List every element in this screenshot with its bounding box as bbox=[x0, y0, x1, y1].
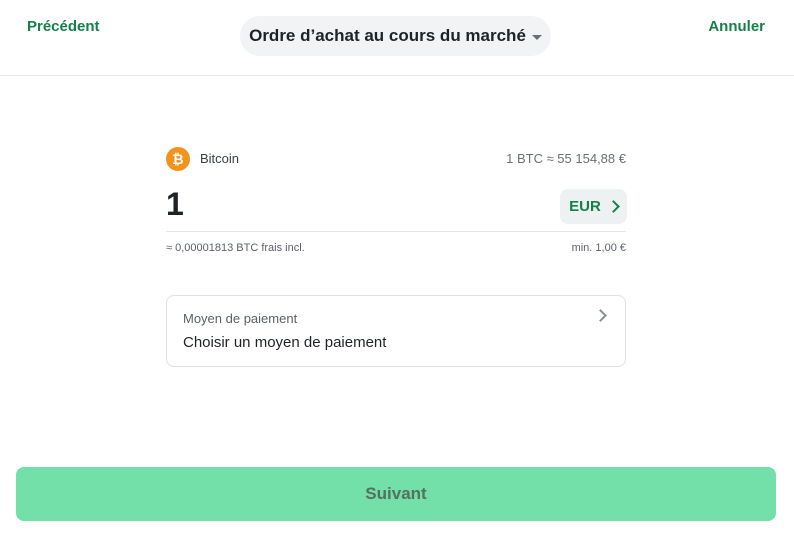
payment-method-value: Choisir un moyen de paiement bbox=[183, 334, 387, 351]
exchange-rate: 1 BTC ≈ 55 154,88 € bbox=[506, 151, 626, 166]
cancel-button[interactable]: Annuler bbox=[708, 18, 765, 35]
order-type-label: Ordre d’achat au cours du marché bbox=[249, 26, 526, 45]
back-button[interactable]: Précédent bbox=[27, 18, 100, 35]
top-bar: Précédent Ordre d’achat au cours du marc… bbox=[0, 0, 794, 76]
chevron-right-icon bbox=[594, 309, 607, 322]
amount-input[interactable]: 1 bbox=[166, 186, 184, 223]
currency-label: EUR bbox=[569, 198, 601, 215]
currency-toggle-button[interactable]: EUR bbox=[560, 189, 627, 224]
amount-divider bbox=[166, 231, 626, 232]
asset-name: Bitcoin bbox=[200, 151, 240, 166]
asset-row: ₿ Bitcoin 1 BTC ≈ 55 154,88 € bbox=[166, 147, 626, 171]
caret-down-icon bbox=[531, 34, 542, 40]
minimum-amount: min. 1,00 € bbox=[571, 242, 626, 254]
bitcoin-icon: ₿ bbox=[166, 147, 190, 171]
next-button[interactable]: Suivant bbox=[16, 467, 776, 521]
fee-estimate: ≈ 0,00001813 BTC frais incl. bbox=[166, 242, 305, 254]
payment-method-selector[interactable]: Moyen de paiement Choisir un moyen de pa… bbox=[166, 295, 626, 367]
order-type-dropdown[interactable]: Ordre d’achat au cours du marché bbox=[240, 16, 551, 56]
payment-method-label: Moyen de paiement bbox=[183, 311, 298, 326]
chevron-right-icon bbox=[606, 200, 620, 213]
